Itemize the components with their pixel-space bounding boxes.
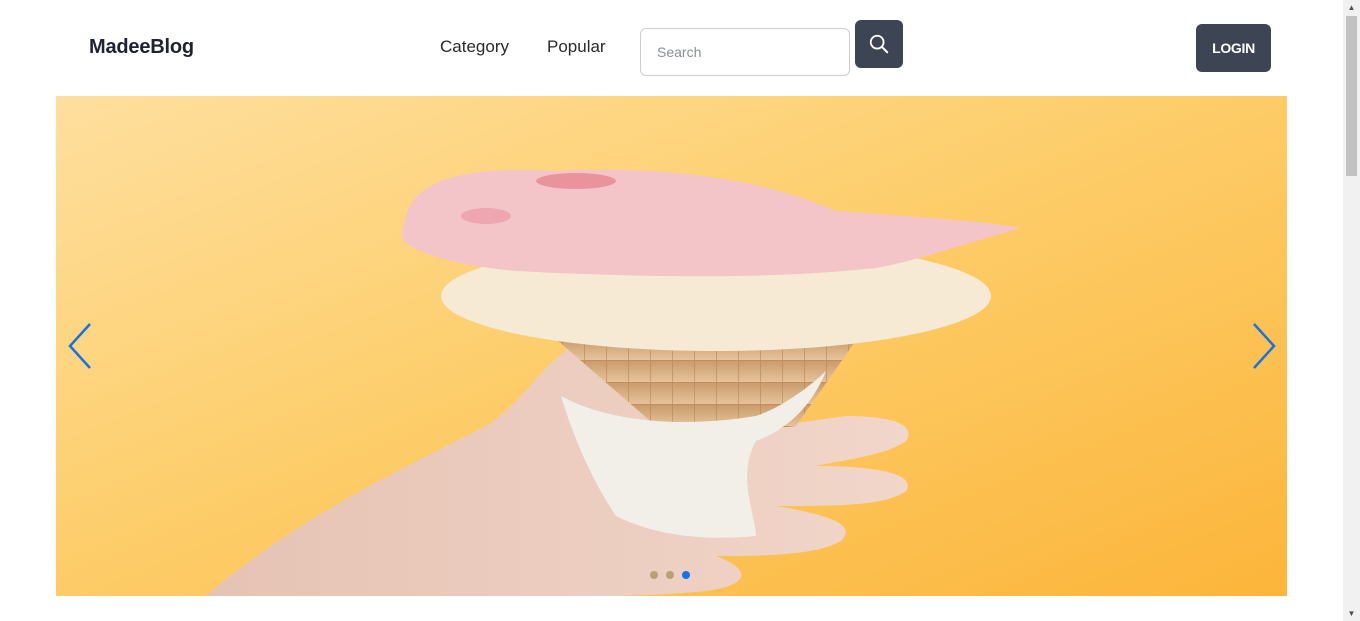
chevron-right-icon [1253, 323, 1276, 369]
carousel-indicators [650, 571, 690, 579]
chevron-left-icon [68, 323, 91, 369]
search-icon [869, 34, 889, 54]
scroll-down-arrow-icon[interactable]: ▼ [1343, 606, 1360, 621]
carousel-prev-button[interactable] [64, 320, 96, 372]
nav-link-category[interactable]: Category [440, 37, 509, 57]
carousel-slide-image [56, 96, 1287, 596]
login-button[interactable]: LOGIN [1196, 24, 1271, 72]
carousel-dot-3[interactable] [682, 571, 690, 579]
carousel-dot-2[interactable] [666, 571, 674, 579]
nav-link-popular[interactable]: Popular [547, 37, 606, 57]
search-input[interactable] [640, 28, 850, 76]
carousel-dot-1[interactable] [650, 571, 658, 579]
carousel-next-button[interactable] [1248, 320, 1280, 372]
search-button[interactable] [855, 20, 903, 68]
scrollbar-thumb[interactable] [1346, 16, 1357, 176]
scroll-up-arrow-icon[interactable]: ▲ [1343, 0, 1360, 15]
vertical-scrollbar[interactable]: ▲ ▼ [1343, 0, 1360, 621]
brand-logo[interactable]: MadeeBlog [89, 36, 194, 59]
page: MadeeBlog Category Popular LOGIN [0, 0, 1343, 621]
hero-carousel [56, 96, 1287, 596]
